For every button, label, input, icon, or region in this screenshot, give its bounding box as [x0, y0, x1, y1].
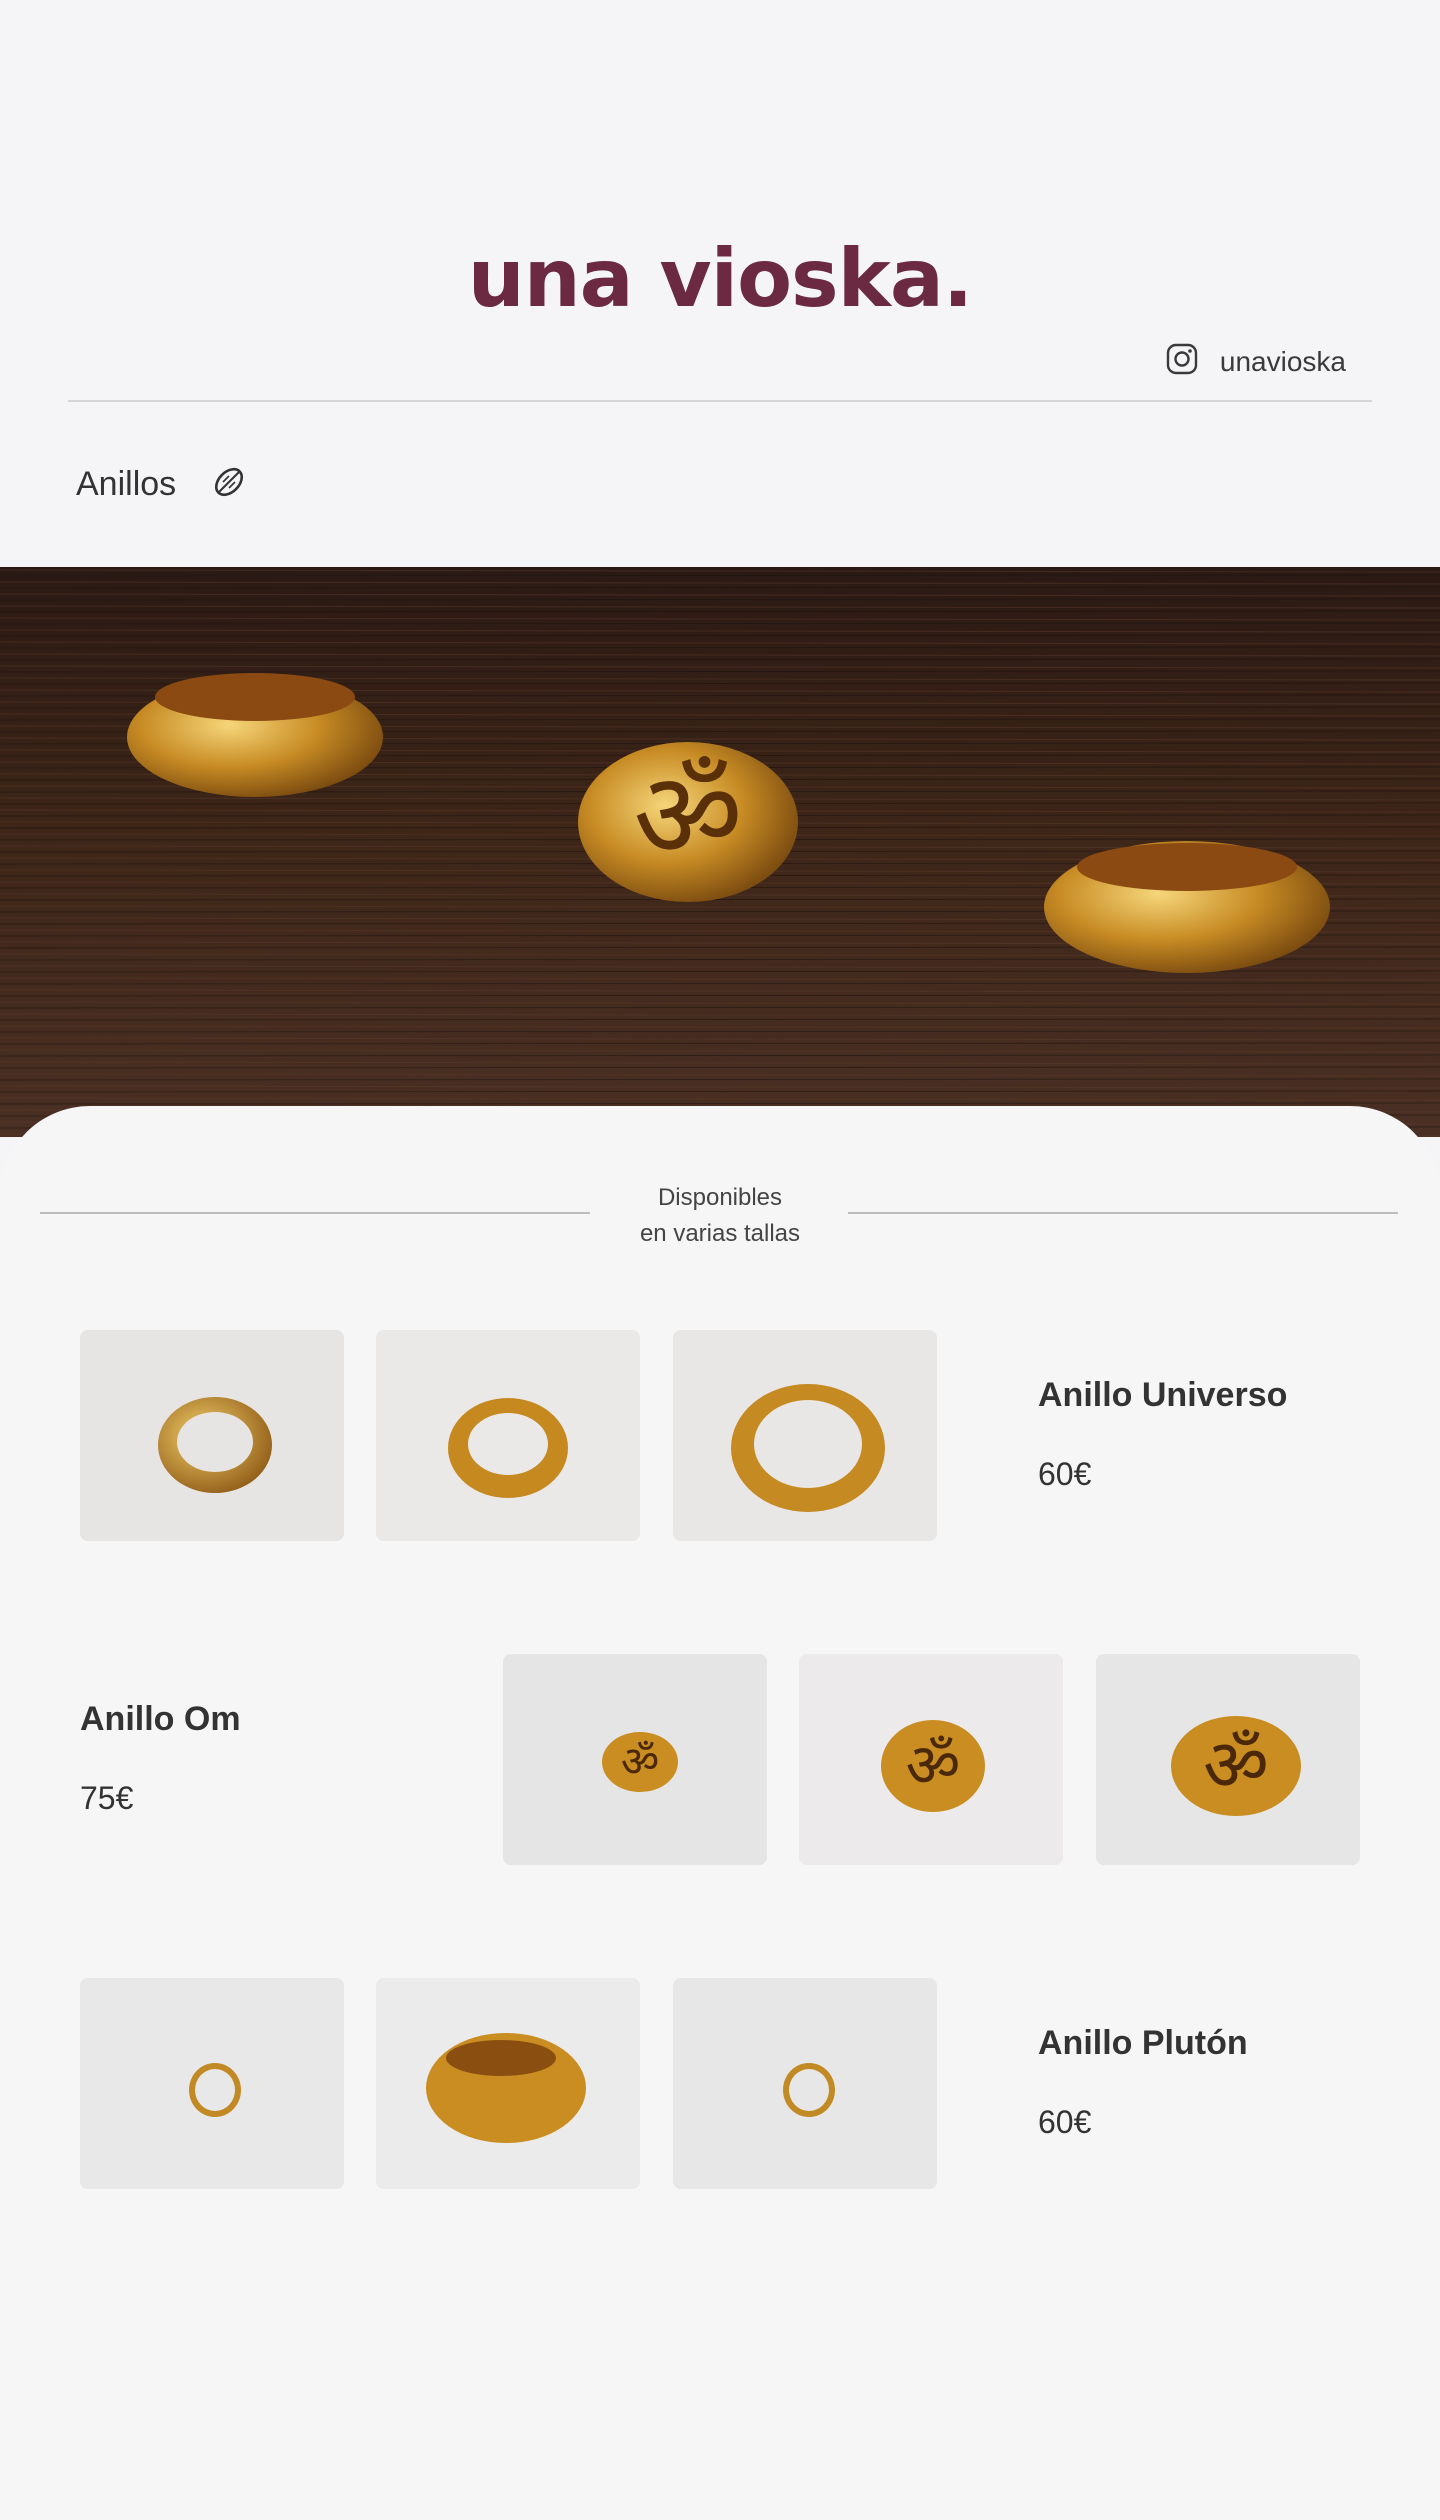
- hero-image: ॐ: [0, 567, 1440, 1137]
- product-thumb[interactable]: [80, 1978, 344, 2189]
- svg-text:ॐ: ॐ: [1203, 1723, 1269, 1807]
- brand-logo[interactable]: una vioska.: [0, 232, 1440, 325]
- product-thumb[interactable]: [673, 1978, 937, 2189]
- availability-note: Disponibles en varias tallas: [590, 1180, 850, 1252]
- category-nav[interactable]: Anillos: [76, 465, 246, 504]
- product-name[interactable]: Anillo Universo: [1038, 1376, 1287, 1415]
- site-header: una vioska. unavioska Anillos: [0, 0, 1440, 567]
- product-thumb[interactable]: [80, 1330, 344, 1541]
- availability-line2: en varias tallas: [639, 1220, 801, 1247]
- product-thumb[interactable]: [376, 1978, 640, 2189]
- product-name[interactable]: Anillo Om: [80, 1700, 241, 1739]
- header-divider: [68, 400, 1372, 402]
- product-name[interactable]: Anillo Plutón: [1038, 2024, 1248, 2063]
- category-anillos[interactable]: Anillos: [76, 465, 176, 504]
- product-thumb[interactable]: ॐ: [799, 1654, 1063, 1865]
- svg-text:ॐ: ॐ: [633, 747, 742, 886]
- instagram-icon: [1166, 343, 1198, 380]
- svg-text:ॐ: ॐ: [621, 1737, 659, 1786]
- ring-leaf-icon: [212, 465, 246, 504]
- product-thumb[interactable]: ॐ: [1096, 1654, 1360, 1865]
- availability-divider-right: [848, 1212, 1398, 1214]
- availability-line1: Disponibles: [657, 1184, 783, 1211]
- instagram-link[interactable]: unavioska: [1166, 343, 1346, 380]
- svg-text:ॐ: ॐ: [906, 1731, 961, 1801]
- product-thumb[interactable]: [376, 1330, 640, 1541]
- product-price: 75€: [80, 1780, 134, 1816]
- product-price: 60€: [1038, 2104, 1092, 2140]
- availability-divider-left: [40, 1212, 590, 1214]
- product-price: 60€: [1038, 1456, 1092, 1492]
- instagram-handle: unavioska: [1219, 345, 1346, 377]
- products-section: Disponibles en varias tallas Anillo Univ…: [0, 1106, 1440, 2520]
- product-thumb[interactable]: [673, 1330, 937, 1541]
- product-thumb[interactable]: ॐ: [503, 1654, 767, 1865]
